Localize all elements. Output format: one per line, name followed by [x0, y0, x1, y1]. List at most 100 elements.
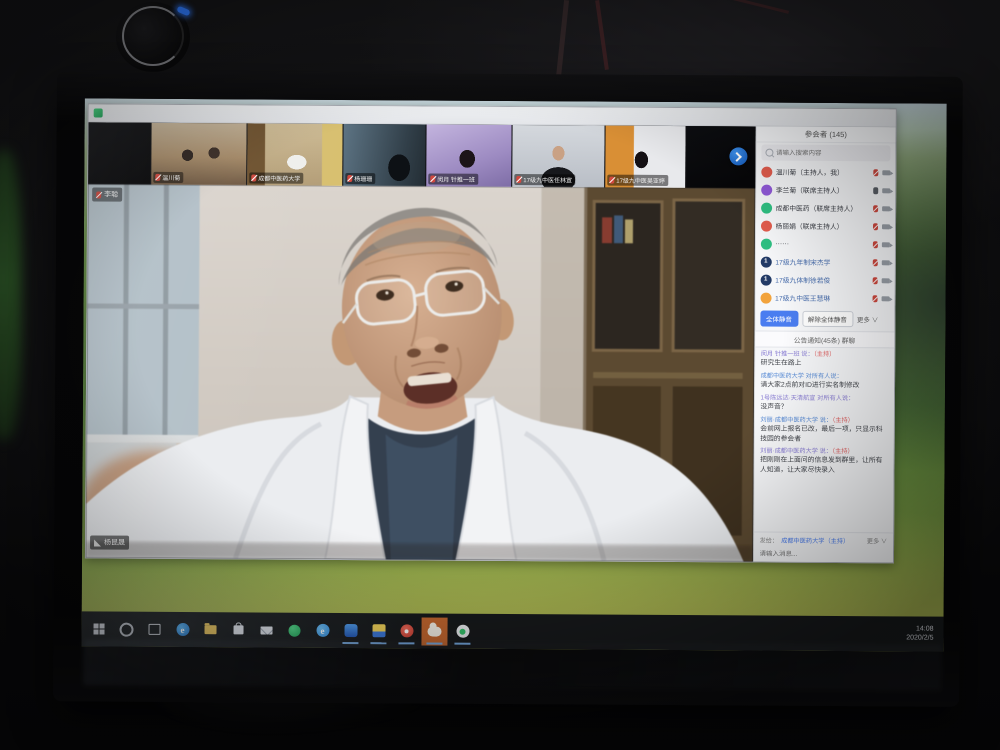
green-circle-icon	[288, 624, 300, 636]
muted-mic-icon[interactable]	[873, 277, 878, 284]
chat-messages[interactable]: 闵月 针推一班 说：（主持） 研究生在路上 成都中医药大学 对所有人说： 请大家…	[754, 348, 895, 533]
participant-row[interactable]: 1 17级九体制徐若俊	[755, 271, 895, 290]
video-thumbnail[interactable]: 17级九中医吴亚婷	[605, 126, 686, 188]
video-thumbnail[interactable]: 17级九中医任林宣	[512, 125, 605, 188]
muted-mic-icon	[516, 176, 521, 183]
muted-mic-icon[interactable]	[873, 241, 878, 248]
mail-envelope-icon	[260, 626, 272, 634]
folder-icon	[204, 625, 216, 634]
muted-mic-icon[interactable]	[873, 295, 878, 302]
plant	[0, 150, 22, 440]
muted-mic-icon	[155, 174, 160, 181]
video-thumbnail[interactable]	[88, 122, 151, 184]
filmstrip-next-button[interactable]	[729, 147, 747, 165]
video-thumbnail[interactable]: 成都中医药大学	[247, 123, 343, 186]
monitor: 温川菊 成都中医药大学 杨珊珊	[53, 71, 963, 707]
thumbnail-name: 杨珊珊	[354, 174, 372, 183]
chat-message: 刘丽·成都中医药大学 说：（主持） 会前网上报名已改，最后一项，只显示科技园的参…	[760, 416, 888, 444]
participant-row[interactable]: 杨丽娟（联席主持人）	[755, 217, 895, 236]
clock-date: 2020/2/5	[906, 634, 933, 643]
thumbnail-name: 17级九中医任林宣	[523, 175, 572, 184]
app-icon	[94, 108, 103, 117]
webcam	[104, 0, 204, 74]
send-more-button[interactable]: 更多 ∨	[867, 536, 887, 545]
edge-icon: e	[176, 623, 189, 636]
video-thumbnail[interactable]: 杨珊珊	[343, 124, 426, 187]
camera-icon[interactable]	[882, 242, 890, 247]
more-button[interactable]: 更多 ∨	[857, 314, 878, 324]
avatar	[760, 238, 771, 249]
participant-search-box[interactable]	[761, 145, 891, 162]
participant-actions: 全体静音 解除全体静音 更多 ∨	[755, 307, 895, 332]
participant-row[interactable]: 李兰菊（联席主持人）	[756, 181, 896, 200]
chevron-right-icon	[732, 151, 742, 161]
docs-app-icon	[372, 624, 385, 637]
participant-list: 温川菊（主持人，我） 李兰菊（联席主持人）	[755, 163, 895, 308]
participant-row[interactable]: ······	[755, 235, 895, 254]
cable	[556, 0, 569, 78]
screen: 温川菊 成都中医药大学 杨珊珊	[81, 98, 946, 651]
muted-mic-icon	[609, 177, 614, 184]
chat-message: 成都中医药大学 对所有人说： 请大家2点前对ID进行实名制修改	[761, 372, 889, 391]
camera-icon[interactable]	[882, 296, 890, 301]
participants-panel: 参会者 (145) 温川菊（主持人，我）	[752, 127, 895, 563]
mute-all-button[interactable]: 全体静音	[760, 311, 798, 327]
browser-icon	[456, 625, 469, 638]
camera-icon[interactable]	[882, 278, 890, 283]
muted-mic-icon	[251, 174, 256, 181]
participant-row[interactable]: 17级九中医王慧琳	[755, 289, 895, 308]
chat-message: 闵月 针推一班 说：（主持） 研究生在路上	[761, 351, 889, 370]
avatar	[761, 166, 772, 177]
mic-icon[interactable]	[873, 187, 878, 194]
video-thumbnail[interactable]: 温川菊	[151, 123, 247, 186]
speaker-name-label: 李聪	[92, 187, 122, 201]
thumbnail-name: 17级九中医吴亚婷	[616, 176, 665, 185]
search-icon	[765, 149, 773, 157]
chat-input-row	[753, 547, 893, 563]
avatar: 1	[760, 274, 771, 285]
camera-icon[interactable]	[882, 170, 890, 175]
room-photo: 温川菊 成都中医药大学 杨珊珊	[0, 0, 1000, 750]
video-thumbnail[interactable]: 闵月 针推一班	[426, 124, 512, 187]
camera-icon[interactable]	[882, 224, 890, 229]
chat-input[interactable]	[759, 551, 887, 559]
windows-icon	[93, 623, 104, 634]
unmute-all-button[interactable]: 解除全体静音	[802, 311, 853, 327]
muted-mic-icon	[347, 175, 352, 182]
collapse-triangle-icon	[94, 539, 101, 546]
participants-header: 参会者 (145)	[756, 127, 896, 144]
participant-row[interactable]: 1 17级九年制宋杰学	[755, 253, 895, 272]
send-to-label: 发给：	[760, 535, 779, 544]
main-speaker-video[interactable]: 李聪 杨昆晟	[86, 184, 755, 561]
corner-name-label[interactable]: 杨昆晟	[90, 535, 129, 549]
participant-row[interactable]: 成都中医药（联席主持人）	[756, 199, 896, 218]
red-circle-icon	[400, 624, 413, 637]
muted-mic-icon[interactable]	[873, 223, 878, 230]
participant-row[interactable]: 温川菊（主持人，我）	[756, 163, 896, 182]
avatar	[760, 220, 771, 231]
muted-mic-icon[interactable]	[873, 205, 878, 212]
muted-mic-icon	[430, 176, 435, 183]
muted-mic-icon[interactable]	[873, 169, 878, 176]
search-ring-icon	[119, 622, 133, 636]
camera-icon[interactable]	[882, 188, 890, 193]
muted-mic-icon[interactable]	[873, 259, 878, 266]
thumbnail-name: 闵月 针推一班	[437, 175, 475, 184]
muted-mic-icon	[96, 191, 101, 198]
avatar	[760, 292, 771, 303]
cable	[595, 0, 609, 70]
cable	[701, 0, 789, 14]
send-to-recipient[interactable]: 成都中医药大学（主持）	[781, 535, 849, 544]
bezel-reflection	[83, 639, 941, 690]
task-view-icon	[148, 624, 160, 635]
store-bag-icon	[233, 625, 243, 634]
avatar	[761, 202, 772, 213]
clock-time: 14:08	[906, 625, 933, 634]
cloud-icon	[427, 626, 441, 636]
system-tray-clock[interactable]: 14:08 2020/2/5	[906, 625, 939, 643]
search-input[interactable]	[776, 149, 887, 157]
meeting-window: 温川菊 成都中医药大学 杨珊珊	[85, 103, 897, 563]
camera-icon[interactable]	[882, 260, 890, 265]
chat-message: 刘丽·成都中医药大学 说：（主持） 把刚刚在上面问的信息发到群里，让所有人知道，…	[760, 448, 888, 476]
camera-icon[interactable]	[882, 206, 890, 211]
